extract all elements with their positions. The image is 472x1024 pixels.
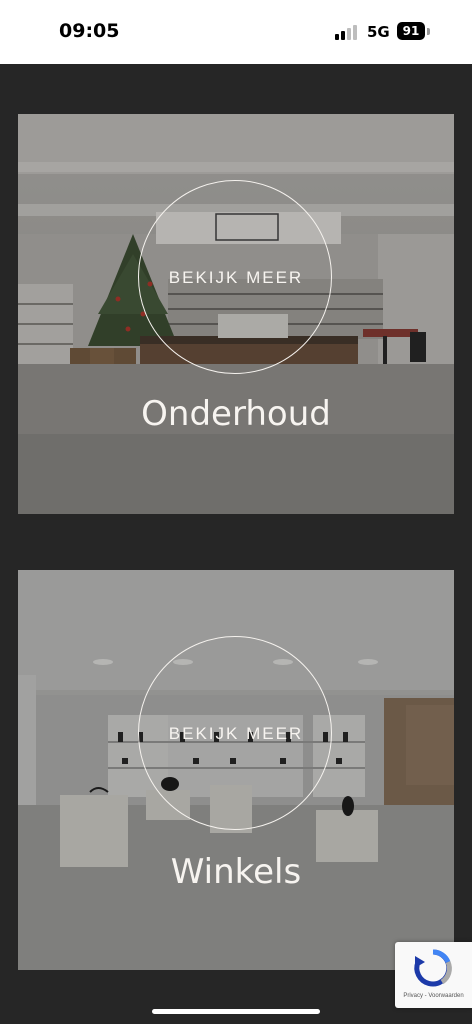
battery-cap bbox=[427, 28, 430, 35]
home-indicator[interactable] bbox=[152, 1009, 320, 1014]
card-onderhoud[interactable]: BEKIJK MEER Onderhoud bbox=[18, 114, 454, 514]
cellular-signal-icon bbox=[335, 24, 361, 40]
bekijk-meer-link[interactable]: BEKIJK MEER bbox=[18, 268, 454, 288]
card-winkels[interactable]: BEKIJK MEER Winkels bbox=[18, 570, 454, 970]
recaptcha-badge[interactable]: Privacy - Voorwaarden bbox=[395, 942, 472, 1008]
bekijk-meer-link[interactable]: BEKIJK MEER bbox=[18, 724, 454, 744]
status-bar: 09:05 5G 91 bbox=[0, 0, 472, 64]
network-type: 5G bbox=[367, 23, 390, 41]
recaptcha-links[interactable]: Privacy - Voorwaarden bbox=[395, 993, 472, 999]
card-title: Winkels bbox=[170, 852, 302, 892]
battery-icon: 91 bbox=[397, 22, 425, 40]
card-title: Onderhoud bbox=[141, 394, 331, 434]
recaptcha-icon bbox=[414, 949, 452, 987]
status-time: 09:05 bbox=[59, 20, 120, 42]
